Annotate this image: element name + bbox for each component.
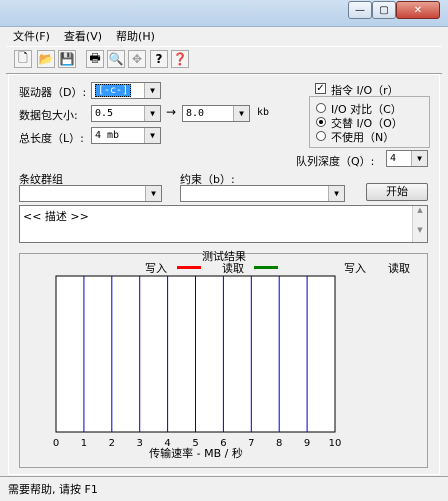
header-write: 写入	[344, 262, 366, 275]
x-tick-label: 10	[329, 438, 342, 449]
legend-read-label: 读取	[222, 261, 244, 275]
results-chart: 测试结果 写入 读取 写入 读取 0 1 2 3 4 5 6 7 8 9 10 传输速率 - MB …	[53, 250, 410, 460]
legend-write-label: 写入	[145, 262, 167, 275]
x-tick-label: 0	[53, 438, 59, 449]
status-text: 需要帮助, 请按 F1	[8, 483, 98, 496]
status-bar: 需要帮助, 请按 F1	[0, 476, 448, 501]
x-tick-label: 1	[81, 438, 87, 449]
x-tick-label: 8	[276, 438, 282, 449]
header-read: 读取	[388, 261, 410, 275]
x-axis-label: 传输速率 - MB / 秒	[149, 446, 243, 460]
x-tick-label: 3	[137, 438, 143, 449]
x-tick-label: 7	[248, 438, 254, 449]
legend-write-swatch	[177, 266, 201, 269]
x-tick-label: 2	[109, 438, 115, 449]
legend-read-swatch	[254, 266, 278, 269]
x-tick-label: 9	[304, 438, 310, 449]
